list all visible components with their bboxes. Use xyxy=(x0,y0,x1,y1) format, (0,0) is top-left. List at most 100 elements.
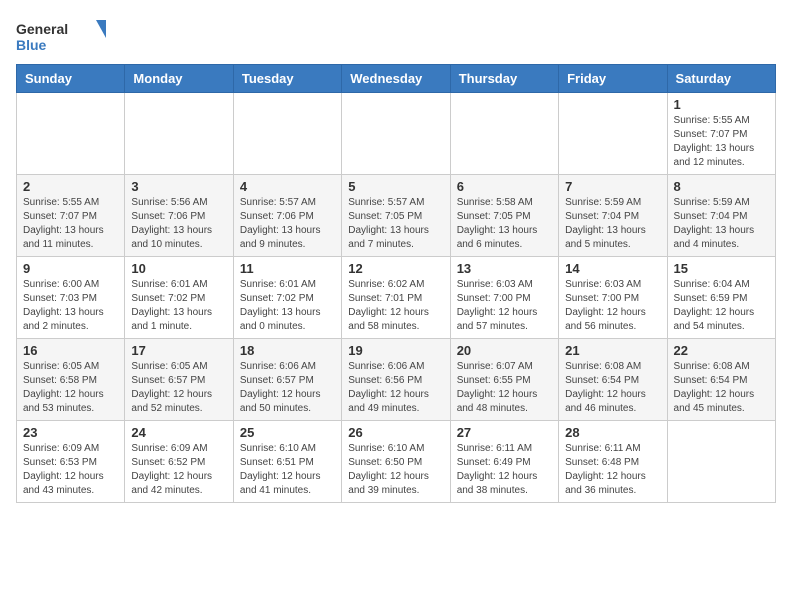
page-header: General Blue xyxy=(16,16,776,56)
calendar-cell: 8 Sunrise: 5:59 AM Sunset: 7:04 PM Daylig… xyxy=(667,175,775,257)
day-number: 24 xyxy=(131,425,226,440)
day-info: Sunrise: 5:59 AM Sunset: 7:04 PM Dayligh… xyxy=(674,196,769,252)
day-number: 14 xyxy=(565,261,660,276)
calendar-table: SundayMondayTuesdayWednesdayThursdayFrid… xyxy=(16,64,776,503)
day-number: 2 xyxy=(23,179,118,194)
calendar-cell: 13Sunrise: 6:03 AM Sunset: 7:00 PM Dayli… xyxy=(450,257,558,339)
calendar-cell: 10Sunrise: 6:01 AM Sunset: 7:02 PM Dayli… xyxy=(125,257,233,339)
day-number: 9 xyxy=(23,261,118,276)
day-number: 6 xyxy=(457,179,552,194)
day-number: 25 xyxy=(240,425,335,440)
calendar-cell xyxy=(559,93,667,175)
day-info: Sunrise: 5:58 AM Sunset: 7:05 PM Dayligh… xyxy=(457,196,552,252)
day-number: 10 xyxy=(131,261,226,276)
day-number: 22 xyxy=(674,343,769,358)
calendar-cell: 12 Sunrise: 6:02 AM Sunset: 7:01 PM Dayli… xyxy=(342,257,450,339)
day-info: Sunrise: 6:05 AM Sunset: 6:58 PM Dayligh… xyxy=(23,360,118,416)
day-info: Sunrise: 6:08 AM Sunset: 6:54 PM Dayligh… xyxy=(565,360,660,416)
day-number: 11 xyxy=(240,261,335,276)
day-number: 23 xyxy=(23,425,118,440)
calendar-cell: 19Sunrise: 6:06 AM Sunset: 6:56 PM Dayli… xyxy=(342,339,450,421)
calendar-cell: 2 Sunrise: 5:55 AM Sunset: 7:07 PM Daylig… xyxy=(17,175,125,257)
day-info: Sunrise: 6:03 AM Sunset: 7:00 PM Dayligh… xyxy=(565,278,660,334)
logo-svg: General Blue xyxy=(16,16,106,56)
svg-text:General: General xyxy=(16,21,68,37)
day-number: 20 xyxy=(457,343,552,358)
week-row-2: 2 Sunrise: 5:55 AM Sunset: 7:07 PM Daylig… xyxy=(17,175,776,257)
day-number: 16 xyxy=(23,343,118,358)
calendar-cell: 27 Sunrise: 6:11 AM Sunset: 6:49 PM Dayli… xyxy=(450,421,558,503)
weekday-header-friday: Friday xyxy=(559,65,667,93)
day-number: 12 xyxy=(348,261,443,276)
calendar-cell xyxy=(233,93,341,175)
day-number: 28 xyxy=(565,425,660,440)
calendar-cell xyxy=(17,93,125,175)
calendar-cell: 18 Sunrise: 6:06 AM Sunset: 6:57 PM Dayli… xyxy=(233,339,341,421)
day-info: Sunrise: 6:02 AM Sunset: 7:01 PM Dayligh… xyxy=(348,278,443,334)
day-info: Sunrise: 6:11 AM Sunset: 6:49 PM Dayligh… xyxy=(457,442,552,498)
weekday-header-row: SundayMondayTuesdayWednesdayThursdayFrid… xyxy=(17,65,776,93)
calendar-cell xyxy=(125,93,233,175)
day-number: 4 xyxy=(240,179,335,194)
day-info: Sunrise: 5:57 AM Sunset: 7:06 PM Dayligh… xyxy=(240,196,335,252)
calendar-cell: 20 Sunrise: 6:07 AM Sunset: 6:55 PM Dayli… xyxy=(450,339,558,421)
calendar-cell: 11 Sunrise: 6:01 AM Sunset: 7:02 PM Dayli… xyxy=(233,257,341,339)
calendar-cell xyxy=(450,93,558,175)
calendar-cell: 6 Sunrise: 5:58 AM Sunset: 7:05 PM Daylig… xyxy=(450,175,558,257)
week-row-1: 1 Sunrise: 5:55 AM Sunset: 7:07 PM Daylig… xyxy=(17,93,776,175)
calendar-cell: 24 Sunrise: 6:09 AM Sunset: 6:52 PM Dayli… xyxy=(125,421,233,503)
day-info: Sunrise: 6:01 AM Sunset: 7:02 PM Dayligh… xyxy=(240,278,335,334)
day-info: Sunrise: 5:55 AM Sunset: 7:07 PM Dayligh… xyxy=(23,196,118,252)
calendar-cell: 3 Sunrise: 5:56 AM Sunset: 7:06 PM Daylig… xyxy=(125,175,233,257)
day-number: 3 xyxy=(131,179,226,194)
day-number: 26 xyxy=(348,425,443,440)
calendar-cell: 28 Sunrise: 6:11 AM Sunset: 6:48 PM Dayli… xyxy=(559,421,667,503)
calendar-cell: 4 Sunrise: 5:57 AM Sunset: 7:06 PM Daylig… xyxy=(233,175,341,257)
weekday-header-saturday: Saturday xyxy=(667,65,775,93)
calendar-cell: 7Sunrise: 5:59 AM Sunset: 7:04 PM Daylig… xyxy=(559,175,667,257)
day-info: Sunrise: 5:57 AM Sunset: 7:05 PM Dayligh… xyxy=(348,196,443,252)
day-number: 5 xyxy=(348,179,443,194)
weekday-header-wednesday: Wednesday xyxy=(342,65,450,93)
week-row-3: 9 Sunrise: 6:00 AM Sunset: 7:03 PM Daylig… xyxy=(17,257,776,339)
day-info: Sunrise: 6:06 AM Sunset: 6:57 PM Dayligh… xyxy=(240,360,335,416)
calendar-cell xyxy=(667,421,775,503)
calendar-cell: 22 Sunrise: 6:08 AM Sunset: 6:54 PM Dayli… xyxy=(667,339,775,421)
day-info: Sunrise: 5:55 AM Sunset: 7:07 PM Dayligh… xyxy=(674,114,769,170)
calendar-cell: 9 Sunrise: 6:00 AM Sunset: 7:03 PM Daylig… xyxy=(17,257,125,339)
calendar-cell: 21 Sunrise: 6:08 AM Sunset: 6:54 PM Dayli… xyxy=(559,339,667,421)
day-info: Sunrise: 6:04 AM Sunset: 6:59 PM Dayligh… xyxy=(674,278,769,334)
day-info: Sunrise: 6:05 AM Sunset: 6:57 PM Dayligh… xyxy=(131,360,226,416)
calendar-cell: 5 Sunrise: 5:57 AM Sunset: 7:05 PM Daylig… xyxy=(342,175,450,257)
day-info: Sunrise: 6:07 AM Sunset: 6:55 PM Dayligh… xyxy=(457,360,552,416)
week-row-4: 16 Sunrise: 6:05 AM Sunset: 6:58 PM Dayli… xyxy=(17,339,776,421)
calendar-cell xyxy=(342,93,450,175)
day-number: 8 xyxy=(674,179,769,194)
day-number: 17 xyxy=(131,343,226,358)
calendar-cell: 14 Sunrise: 6:03 AM Sunset: 7:00 PM Dayli… xyxy=(559,257,667,339)
weekday-header-tuesday: Tuesday xyxy=(233,65,341,93)
day-number: 21 xyxy=(565,343,660,358)
day-info: Sunrise: 6:09 AM Sunset: 6:53 PM Dayligh… xyxy=(23,442,118,498)
weekday-header-thursday: Thursday xyxy=(450,65,558,93)
day-info: Sunrise: 6:06 AM Sunset: 6:56 PM Dayligh… xyxy=(348,360,443,416)
svg-text:Blue: Blue xyxy=(16,37,47,53)
week-row-5: 23 Sunrise: 6:09 AM Sunset: 6:53 PM Dayli… xyxy=(17,421,776,503)
day-number: 7 xyxy=(565,179,660,194)
day-info: Sunrise: 6:09 AM Sunset: 6:52 PM Dayligh… xyxy=(131,442,226,498)
day-number: 13 xyxy=(457,261,552,276)
day-info: Sunrise: 6:08 AM Sunset: 6:54 PM Dayligh… xyxy=(674,360,769,416)
day-info: Sunrise: 6:10 AM Sunset: 6:50 PM Dayligh… xyxy=(348,442,443,498)
weekday-header-sunday: Sunday xyxy=(17,65,125,93)
day-info: Sunrise: 6:00 AM Sunset: 7:03 PM Dayligh… xyxy=(23,278,118,334)
day-number: 1 xyxy=(674,97,769,112)
calendar-cell: 15 Sunrise: 6:04 AM Sunset: 6:59 PM Dayli… xyxy=(667,257,775,339)
day-number: 27 xyxy=(457,425,552,440)
day-info: Sunrise: 5:56 AM Sunset: 7:06 PM Dayligh… xyxy=(131,196,226,252)
calendar-cell: 1 Sunrise: 5:55 AM Sunset: 7:07 PM Daylig… xyxy=(667,93,775,175)
day-number: 18 xyxy=(240,343,335,358)
day-info: Sunrise: 6:11 AM Sunset: 6:48 PM Dayligh… xyxy=(565,442,660,498)
calendar-cell: 16 Sunrise: 6:05 AM Sunset: 6:58 PM Dayli… xyxy=(17,339,125,421)
day-number: 15 xyxy=(674,261,769,276)
day-info: Sunrise: 6:10 AM Sunset: 6:51 PM Dayligh… xyxy=(240,442,335,498)
